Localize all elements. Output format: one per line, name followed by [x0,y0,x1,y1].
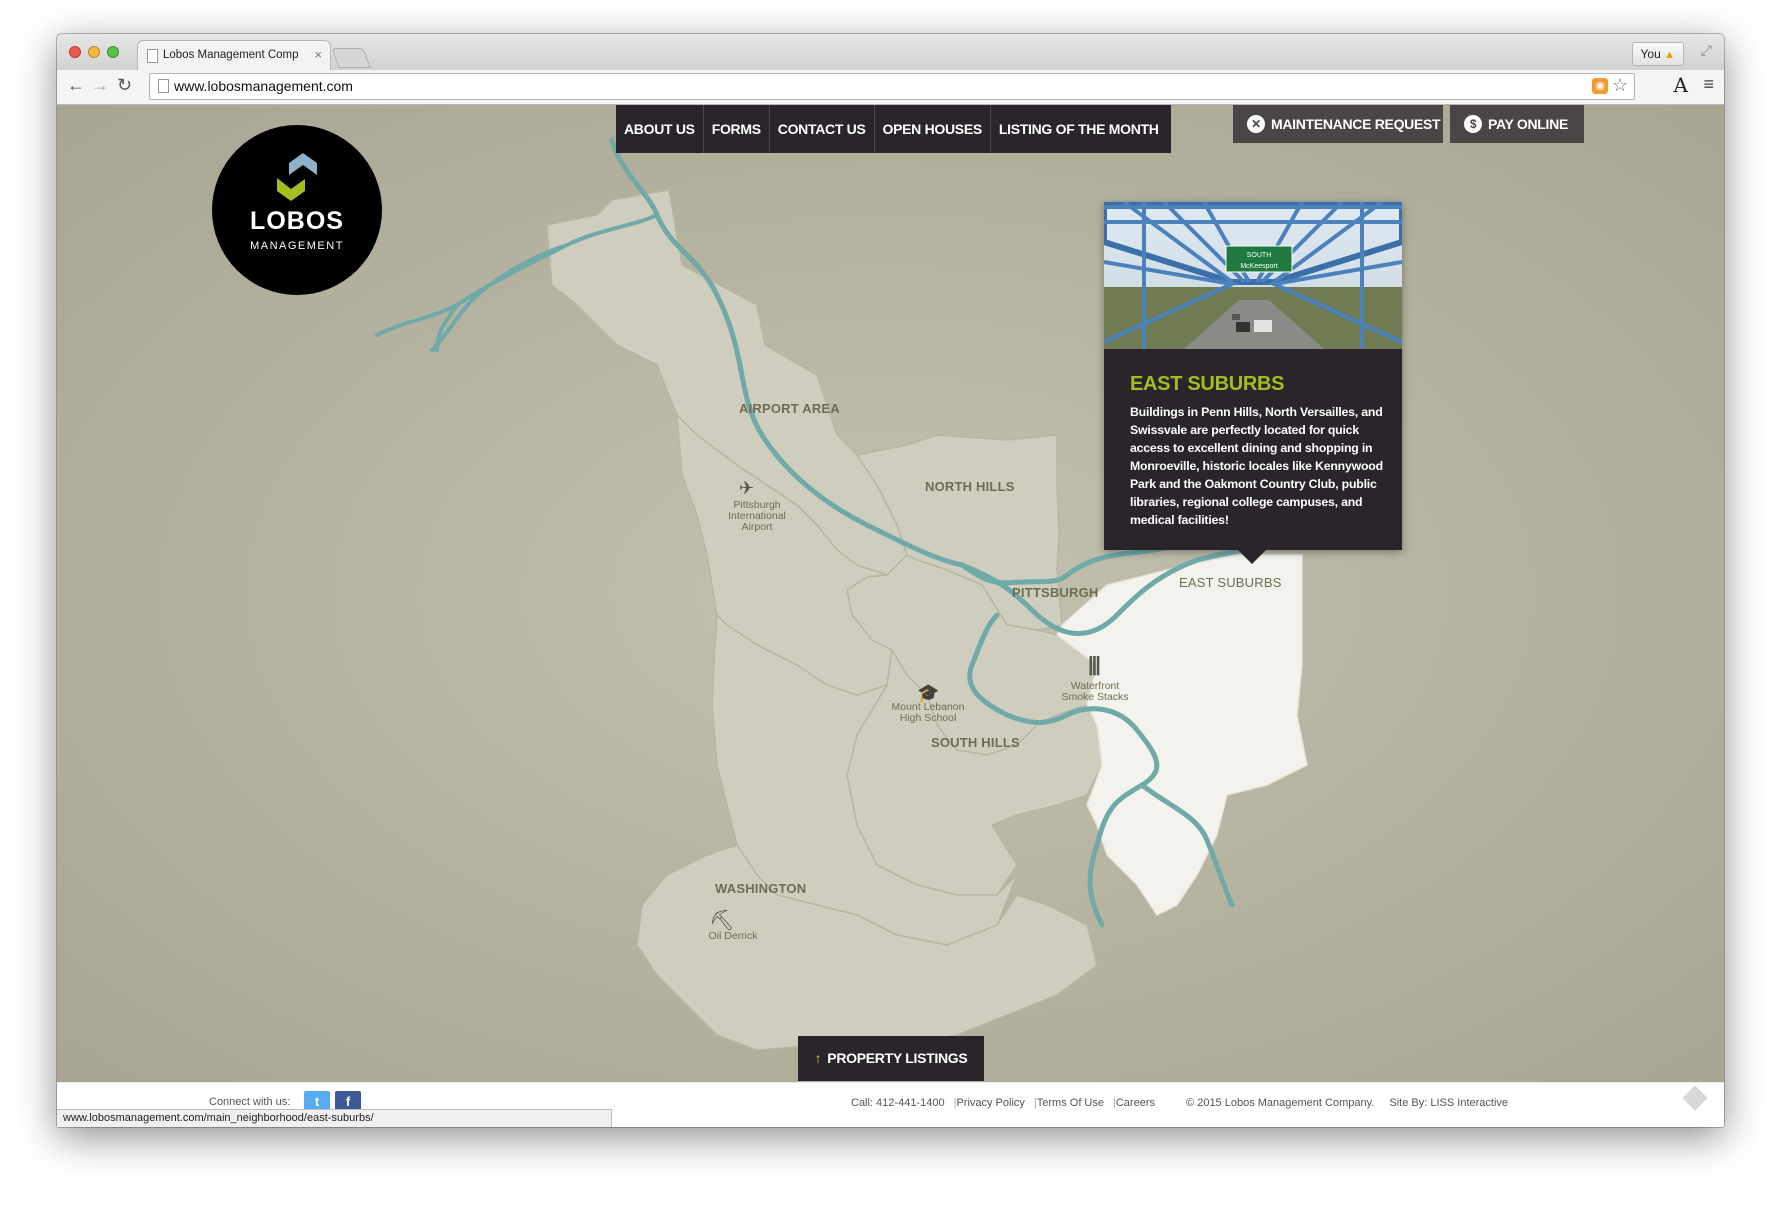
rss-icon[interactable]: ◉ [1592,78,1608,94]
website-viewport: LOBOS MANAGEMENT ABOUT US FORMS CONTACT … [57,105,1724,1082]
landmark-derrick-line1: Oil Derrick [708,930,758,942]
region-label-east-suburbs[interactable]: EAST SUBURBS [1179,575,1282,590]
region-label-airport-area[interactable]: AIRPORT AREA [739,401,840,416]
nav-contact-us[interactable]: CONTACT US [770,105,875,153]
sign-text-south: SOUTH [1247,252,1272,259]
region-label-south-hills[interactable]: SOUTH HILLS [931,735,1020,750]
footer-call[interactable]: Call: 412-441-1400 [851,1097,945,1109]
sign-text-mckeesport: McKeesport [1240,263,1277,270]
nav-about-us[interactable]: ABOUT US [616,105,704,153]
lobos-logo[interactable]: LOBOS MANAGEMENT [212,125,382,295]
logo-chevron-icon [277,153,317,201]
maintenance-label: MAINTENANCE REQUEST [1271,116,1441,132]
property-listings-label: PROPERTY LISTINGS [827,1050,968,1066]
main-nav: ABOUT US FORMS CONTACT US OPEN HOUSES LI… [616,105,1171,153]
connect-label: Connect with us: [209,1096,291,1108]
landmark-stacks-line2: Smoke Stacks [1061,691,1129,703]
page-icon [158,79,169,93]
region-label-pittsburgh[interactable]: PITTSBURGH [1012,585,1099,600]
bridge-photo: SOUTH McKeesport [1104,202,1402,349]
address-url: www.lobosmanagement.com [174,78,353,94]
logo-name: LOBOS [250,207,344,235]
logo-subtitle: MANAGEMENT [250,240,344,252]
airplane-icon: ✈ [739,478,755,498]
tab-title: Lobos Management Comp [163,49,299,61]
nav-open-houses[interactable]: OPEN HOUSES [875,105,991,153]
property-listings-button[interactable]: ↑ PROPERTY LISTINGS [798,1036,984,1081]
pay-online-button[interactable]: $ PAY ONLINE [1450,105,1584,143]
footer-careers-link[interactable]: Careers [1116,1097,1155,1109]
wrench-icon: ✕ [1247,115,1265,134]
maintenance-request-button[interactable]: ✕ MAINTENANCE REQUEST [1233,105,1443,143]
bookmark-star-icon[interactable]: ☆ [1612,75,1628,96]
footer-privacy-link[interactable]: Privacy Policy [956,1097,1024,1109]
forward-icon[interactable]: → [91,75,109,96]
reload-icon[interactable]: ↻ [117,75,132,96]
page-icon [147,49,158,63]
landmark-oil-derrick: Oil Derrick [693,931,773,942]
zoom-window-button[interactable] [107,46,119,58]
back-icon[interactable]: ← [67,75,85,96]
popup-pointer [1238,550,1266,564]
landmark-airport-line3: Airport [741,521,773,533]
browser-tab[interactable]: Lobos Management Comp × [137,40,331,71]
footer-copyright: © 2015 Lobos Management Company. [1186,1097,1375,1109]
region-label-washington[interactable]: WASHINGTON [715,881,806,896]
minimize-window-button[interactable] [88,46,100,58]
smoke-stacks-icon: ||| [1088,654,1101,676]
tab-bar: Lobos Management Comp × You ▲ ⤢ [57,34,1724,71]
region-label-north-hills[interactable]: NORTH HILLS [925,479,1015,494]
nav-forms[interactable]: FORMS [704,105,770,153]
fullscreen-icon[interactable]: ⤢ [1701,42,1712,59]
footer-site-by-label: Site By: [1389,1097,1428,1109]
status-bar: www.lobosmanagement.com/main_neighborhoo… [57,1109,612,1127]
arrow-up-icon: ↑ [814,1050,822,1066]
landmark-smoke-stacks: Waterfront Smoke Stacks [1055,681,1135,703]
browser-toolbar: ← → ↻ www.lobosmanagement.com ◉ ☆ A ≡ [57,70,1724,105]
warning-icon: ▲ [1664,49,1675,61]
tab-close-icon[interactable]: × [314,47,322,62]
corner-badge-icon [1682,1085,1708,1111]
landmark-school-line2: High School [899,712,957,724]
landmark-school: Mount Lebanon High School [883,702,973,724]
landmark-airport: Pittsburgh International Airport [717,500,797,533]
browser-window: Lobos Management Comp × You ▲ ⤢ ← → ↻ ww… [57,34,1724,1127]
dollar-icon: $ [1464,115,1482,134]
popup-body: Buildings in Penn Hills, North Versaille… [1130,405,1383,527]
footer-links: Call: 412-441-1400 |Privacy Policy |Terms … [851,1097,1508,1109]
close-window-button[interactable] [69,46,81,58]
profile-button[interactable]: You ▲ [1631,42,1684,66]
profile-label: You [1640,47,1661,61]
address-bar[interactable]: www.lobosmanagement.com ◉ ☆ [149,73,1635,100]
footer-site-by-link[interactable]: LISS Interactive [1430,1097,1508,1109]
nav-listing-of-the-month[interactable]: LISTING OF THE MONTH [991,105,1171,153]
pay-online-label: PAY ONLINE [1488,116,1568,132]
new-tab-button[interactable] [331,48,371,68]
popup-photo: SOUTH McKeesport [1104,202,1402,349]
footer-terms-link[interactable]: Terms Of Use [1037,1097,1104,1109]
popup-title: EAST SUBURBS [1130,373,1285,395]
font-size-icon[interactable]: A [1674,73,1688,97]
region-popup: SOUTH McKeesport EAST SUBURBS Buildings … [1104,202,1402,564]
menu-icon[interactable]: ≡ [1703,74,1714,95]
